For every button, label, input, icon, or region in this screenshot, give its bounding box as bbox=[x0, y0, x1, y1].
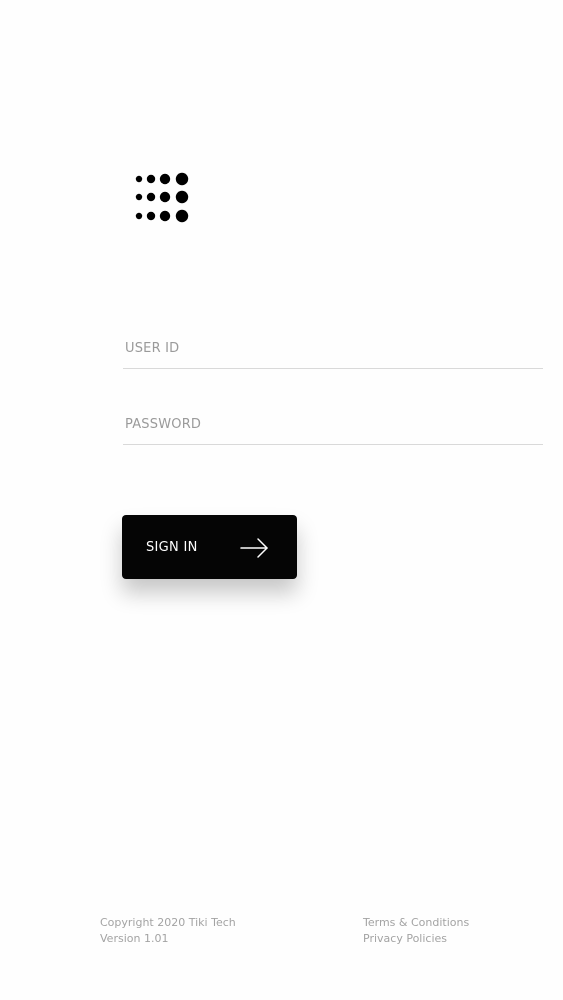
copyright-text: Copyright 2020 Tiki Tech bbox=[100, 916, 236, 929]
user-id-field bbox=[123, 334, 543, 369]
user-id-input[interactable] bbox=[123, 334, 543, 362]
privacy-link[interactable]: Privacy Policies bbox=[363, 931, 469, 947]
footer-links: Terms & Conditions Privacy Policies bbox=[363, 915, 469, 947]
footer-info: Copyright 2020 Tiki Tech Version 1.01 bbox=[100, 915, 236, 947]
sign-in-button[interactable]: SIGN IN bbox=[122, 515, 297, 579]
version-text: Version 1.01 bbox=[100, 932, 169, 945]
password-field bbox=[123, 410, 543, 445]
arrow-right-icon bbox=[240, 538, 268, 558]
login-screen: SIGN IN Copyright 2020 Tiki Tech Version… bbox=[0, 0, 563, 1000]
password-input[interactable] bbox=[123, 410, 543, 438]
sign-in-label: SIGN IN bbox=[146, 540, 198, 555]
dot-grid-logo-icon bbox=[135, 172, 189, 223]
terms-link[interactable]: Terms & Conditions bbox=[363, 915, 469, 931]
